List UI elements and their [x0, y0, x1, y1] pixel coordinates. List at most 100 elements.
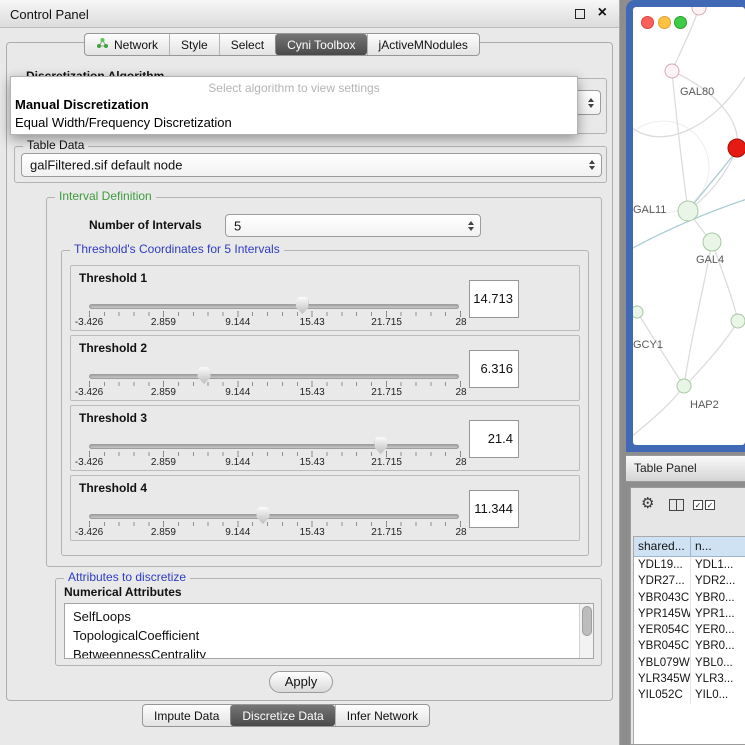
- column-select-icons[interactable]: ✓ ✓: [693, 500, 715, 510]
- popup-option-manual-discretization[interactable]: Manual Discretization: [11, 96, 577, 114]
- scale-label: 15.43: [300, 387, 325, 398]
- threshold-value-field[interactable]: 14.713: [469, 280, 519, 318]
- tab-infer-network[interactable]: Infer Network: [335, 705, 429, 726]
- combo-stepper-icon: [588, 98, 594, 108]
- attributes-group-title: Attributes to discretize: [64, 570, 190, 584]
- float-window-icon[interactable]: [575, 9, 585, 19]
- scale-label: 2.859: [151, 317, 176, 328]
- scale-label: 28: [455, 457, 466, 468]
- scale-label: 2.859: [151, 457, 176, 468]
- network-node[interactable]: [677, 379, 691, 393]
- thresholds-group-title: Threshold's Coordinates for 5 Intervals: [70, 242, 284, 256]
- attribute-item[interactable]: TopologicalCoefficient: [65, 626, 593, 645]
- slider-ticks: [89, 522, 461, 526]
- table-row[interactable]: YBR043CYBR0...: [634, 590, 745, 606]
- threshold-value-field[interactable]: 11.344: [469, 490, 519, 528]
- tab-network[interactable]: Network: [85, 34, 169, 55]
- table-body: YDL19...YDL1...YDR27...YDR2...YBR043CYBR…: [634, 557, 745, 704]
- table-header-row: shared...n...: [634, 537, 745, 557]
- close-button[interactable]: [641, 16, 654, 29]
- network-node[interactable]: [692, 7, 706, 15]
- threshold-panel: Threshold 4 -3.4262.8599.14415.4321.7152…: [70, 475, 580, 541]
- number-of-intervals-combo[interactable]: 5: [225, 214, 481, 237]
- network-node[interactable]: [678, 201, 698, 221]
- attribute-item[interactable]: SelfLoops: [65, 607, 593, 626]
- scale-label: 21.715: [371, 457, 402, 468]
- threshold-label: Threshold 3: [79, 411, 147, 425]
- threshold-panel: Threshold 3 -3.4262.8599.14415.4321.7152…: [70, 405, 580, 471]
- network-node[interactable]: [731, 314, 745, 328]
- scale-label: 15.43: [300, 317, 325, 328]
- scale-label: 21.715: [371, 387, 402, 398]
- table-cell: YIL052C: [634, 687, 691, 703]
- tab-select-label: Select: [231, 38, 264, 52]
- scale-label: 15.43: [300, 457, 325, 468]
- network-view: GAL80 GAL11 GAL4 GCY1 HAP2: [633, 7, 745, 445]
- network-node[interactable]: [665, 64, 679, 78]
- threshold-value-field[interactable]: 6.316: [469, 350, 519, 388]
- tab-impute-data-label: Impute Data: [154, 709, 219, 723]
- scale-label: -3.426: [75, 527, 103, 538]
- table-cell: YPR1...: [691, 606, 745, 622]
- tab-cyni-toolbox[interactable]: Cyni Toolbox: [275, 34, 366, 55]
- table-row[interactable]: YPR145WYPR1...: [634, 606, 745, 622]
- checkbox-icon: ✓: [705, 500, 715, 510]
- threshold-label: Threshold 1: [79, 271, 147, 285]
- minimize-button[interactable]: [658, 16, 671, 29]
- slider-track[interactable]: [89, 444, 459, 449]
- table-cell: YDL19...: [634, 557, 691, 573]
- scale-label: -3.426: [75, 457, 103, 468]
- table-cell: YBR045C: [634, 638, 691, 654]
- table-row[interactable]: YLR345WYLR3...: [634, 671, 745, 687]
- node-table: shared...n... YDL19...YDL1...YDR27...YDR…: [633, 536, 745, 744]
- table-row[interactable]: YBL079WYBL0...: [634, 655, 745, 671]
- table-data-combo[interactable]: galFiltered.sif default node: [21, 153, 602, 177]
- attribute-item[interactable]: BetweennessCentrality: [65, 645, 593, 659]
- column-header[interactable]: shared...: [634, 537, 691, 557]
- window-title: Control Panel: [10, 7, 89, 22]
- table-cell: YBL0...: [691, 655, 745, 671]
- apply-button[interactable]: Apply: [269, 671, 333, 693]
- slider-scale: -3.4262.8599.14415.4321.71528: [89, 457, 461, 469]
- gear-icon[interactable]: ⚙: [641, 496, 654, 511]
- tab-jactivemnodules[interactable]: jActiveMNodules: [367, 34, 479, 55]
- network-canvas[interactable]: GAL80 GAL11 GAL4 GCY1 HAP2: [633, 7, 745, 445]
- slider-track[interactable]: [89, 514, 459, 519]
- node-label: GCY1: [633, 339, 663, 351]
- network-node[interactable]: [633, 306, 643, 318]
- tab-select[interactable]: Select: [219, 34, 275, 55]
- tab-impute-data[interactable]: Impute Data: [143, 705, 230, 726]
- popup-option-equal-width-frequency[interactable]: Equal Width/Frequency Discretization: [11, 114, 577, 132]
- table-row[interactable]: YIL052CYIL0...: [634, 687, 745, 703]
- tab-style[interactable]: Style: [169, 34, 219, 55]
- list-scrollbar[interactable]: [579, 604, 593, 658]
- table-row[interactable]: YBR045CYBR0...: [634, 638, 745, 654]
- slider-track[interactable]: [89, 374, 459, 379]
- table-row[interactable]: YDR27...YDR2...: [634, 573, 745, 589]
- table-row[interactable]: YER054CYER0...: [634, 622, 745, 638]
- network-node[interactable]: [703, 233, 721, 251]
- zoom-button[interactable]: [674, 16, 687, 29]
- slider-track[interactable]: [89, 304, 459, 309]
- columns-icon[interactable]: [669, 499, 684, 511]
- scale-label: 9.144: [225, 387, 250, 398]
- slider-scale: -3.4262.8599.14415.4321.71528: [89, 527, 461, 539]
- control-panel-window: Control Panel × Network Style Select Cyn…: [0, 0, 620, 745]
- table-row[interactable]: YDL19...YDL1...: [634, 557, 745, 573]
- tab-cyni-toolbox-label: Cyni Toolbox: [287, 38, 355, 52]
- numerical-attributes-list: SelfLoopsTopologicalCoefficientBetweenne…: [64, 603, 594, 659]
- node-label: GAL80: [680, 86, 714, 98]
- numerical-attributes-label: Numerical Attributes: [64, 585, 182, 599]
- table-panel-window: ⚙ ✓ ✓ shared...n... YDL19...YDL1...YDR27…: [630, 487, 745, 745]
- network-node-selected[interactable]: [728, 139, 745, 157]
- node-label: HAP2: [690, 399, 719, 411]
- threshold-value-field[interactable]: 21.4: [469, 420, 519, 458]
- close-window-icon[interactable]: ×: [598, 4, 607, 22]
- tab-discretize-data[interactable]: Discretize Data: [230, 705, 334, 726]
- combo-stepper-icon: [468, 221, 474, 231]
- interval-definition-title: Interval Definition: [55, 189, 156, 203]
- column-header[interactable]: n...: [691, 537, 745, 557]
- scrollbar-thumb[interactable]: [582, 606, 592, 636]
- slider-ticks: [89, 312, 461, 316]
- table-cell: YBR0...: [691, 590, 745, 606]
